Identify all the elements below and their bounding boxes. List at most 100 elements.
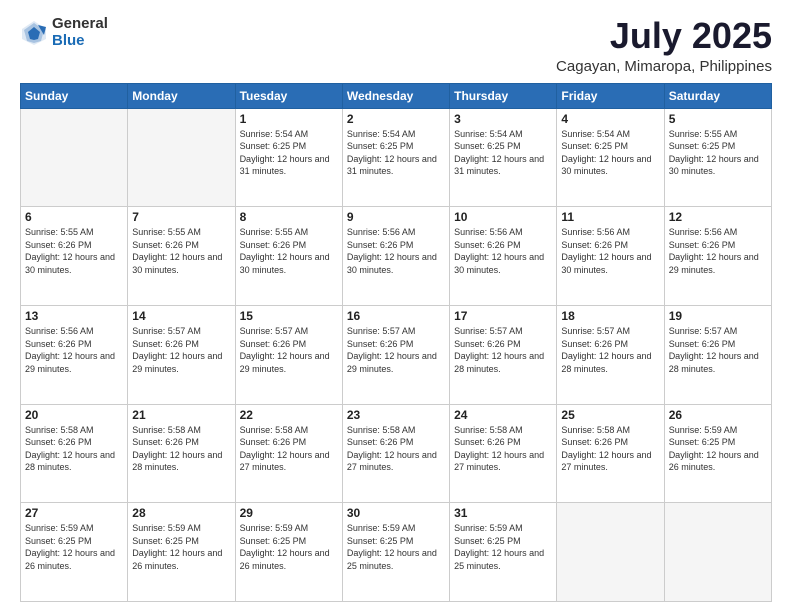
day-number: 26 — [669, 408, 767, 422]
week-row-3: 20 Sunrise: 5:58 AM Sunset: 6:26 PM Dayli… — [21, 404, 772, 503]
calendar-cell: 22Sunrise: 5:58 AM Sunset: 6:26 PM Dayli… — [235, 404, 342, 503]
day-info: Sunrise: 5:57 AM Sunset: 6:26 PM Dayligh… — [240, 325, 338, 375]
day-info: Sunrise: 5:55 AM Sunset: 6:26 PM Dayligh… — [132, 226, 230, 276]
day-info: Sunrise: 5:58 AM Sunset: 6:26 PM Dayligh… — [347, 424, 445, 474]
calendar-cell: 17Sunrise: 5:57 AM Sunset: 6:26 PM Dayli… — [450, 305, 557, 404]
day-number: 9 — [347, 210, 445, 224]
calendar-cell: 6Sunrise: 5:55 AM Sunset: 6:26 PM Daylig… — [21, 207, 128, 306]
header: General Blue July 2025 Cagayan, Mimaropa… — [20, 16, 772, 75]
day-info: Sunrise: 5:59 AM Sunset: 6:25 PM Dayligh… — [347, 522, 445, 572]
calendar-cell: 4 Sunrise: 5:54 AM Sunset: 6:25 PM Daylig… — [557, 108, 664, 207]
calendar-cell — [128, 108, 235, 207]
calendar-cell: 20 Sunrise: 5:58 AM Sunset: 6:26 PM Dayli… — [21, 404, 128, 503]
day-number: 23 — [347, 408, 445, 422]
day-number: 12 — [669, 210, 767, 224]
day-info: Sunrise: 5:57 AM Sunset: 6:26 PM Dayligh… — [132, 325, 230, 375]
logo-general: General — [52, 16, 108, 33]
day-number: 10 — [454, 210, 552, 224]
calendar-cell — [557, 503, 664, 602]
day-info: Sunrise: 5:58 AM Sunset: 6:26 PM Dayligh… — [25, 424, 123, 474]
calendar-cell: 24 Sunrise: 5:58 AM Sunset: 6:26 PM Dayli… — [450, 404, 557, 503]
day-info: Sunrise: 5:59 AM Sunset: 6:25 PM Dayligh… — [454, 522, 552, 572]
week-row-0: 1 Sunrise: 5:54 AM Sunset: 6:25 PM Daylig… — [21, 108, 772, 207]
calendar-cell: 3Sunrise: 5:54 AM Sunset: 6:25 PM Daylig… — [450, 108, 557, 207]
day-number: 25 — [561, 408, 659, 422]
day-number: 3 — [454, 112, 552, 126]
day-number: 18 — [561, 309, 659, 323]
logo-blue: Blue — [52, 33, 108, 50]
day-info: Sunrise: 5:57 AM Sunset: 6:26 PM Dayligh… — [669, 325, 767, 375]
day-info: Sunrise: 5:59 AM Sunset: 6:25 PM Dayligh… — [132, 522, 230, 572]
calendar-cell — [21, 108, 128, 207]
day-number: 5 — [669, 112, 767, 126]
calendar-cell: 8Sunrise: 5:55 AM Sunset: 6:26 PM Daylig… — [235, 207, 342, 306]
day-number: 13 — [25, 309, 123, 323]
calendar-cell: 10Sunrise: 5:56 AM Sunset: 6:26 PM Dayli… — [450, 207, 557, 306]
day-number: 11 — [561, 210, 659, 224]
title-block: July 2025 Cagayan, Mimaropa, Philippines — [556, 16, 772, 75]
day-number: 19 — [669, 309, 767, 323]
calendar-cell: 12 Sunrise: 5:56 AM Sunset: 6:26 PM Dayli… — [664, 207, 771, 306]
weekday-header-thursday: Thursday — [450, 83, 557, 108]
subtitle: Cagayan, Mimaropa, Philippines — [556, 58, 772, 75]
week-row-4: 27 Sunrise: 5:59 AM Sunset: 6:25 PM Dayli… — [21, 503, 772, 602]
calendar-cell: 25Sunrise: 5:58 AM Sunset: 6:26 PM Dayli… — [557, 404, 664, 503]
day-info: Sunrise: 5:58 AM Sunset: 6:26 PM Dayligh… — [132, 424, 230, 474]
day-info: Sunrise: 5:56 AM Sunset: 6:26 PM Dayligh… — [669, 226, 767, 276]
day-number: 20 — [25, 408, 123, 422]
day-number: 24 — [454, 408, 552, 422]
day-info: Sunrise: 5:56 AM Sunset: 6:26 PM Dayligh… — [347, 226, 445, 276]
day-info: Sunrise: 5:54 AM Sunset: 6:25 PM Dayligh… — [347, 128, 445, 178]
day-info: Sunrise: 5:56 AM Sunset: 6:26 PM Dayligh… — [25, 325, 123, 375]
weekday-header-wednesday: Wednesday — [342, 83, 449, 108]
calendar-cell: 18 Sunrise: 5:57 AM Sunset: 6:26 PM Dayli… — [557, 305, 664, 404]
day-info: Sunrise: 5:56 AM Sunset: 6:26 PM Dayligh… — [561, 226, 659, 276]
calendar-cell: 14Sunrise: 5:57 AM Sunset: 6:26 PM Dayli… — [128, 305, 235, 404]
day-number: 21 — [132, 408, 230, 422]
calendar-cell: 19 Sunrise: 5:57 AM Sunset: 6:26 PM Dayli… — [664, 305, 771, 404]
day-info: Sunrise: 5:55 AM Sunset: 6:26 PM Dayligh… — [25, 226, 123, 276]
day-info: Sunrise: 5:55 AM Sunset: 6:26 PM Dayligh… — [240, 226, 338, 276]
day-info: Sunrise: 5:54 AM Sunset: 6:25 PM Dayligh… — [561, 128, 659, 178]
weekday-header-saturday: Saturday — [664, 83, 771, 108]
day-number: 31 — [454, 506, 552, 520]
day-number: 1 — [240, 112, 338, 126]
day-number: 4 — [561, 112, 659, 126]
page: General Blue July 2025 Cagayan, Mimaropa… — [0, 0, 792, 612]
logo-icon — [20, 19, 48, 47]
day-info: Sunrise: 5:57 AM Sunset: 6:26 PM Dayligh… — [561, 325, 659, 375]
day-number: 2 — [347, 112, 445, 126]
calendar-cell: 23 Sunrise: 5:58 AM Sunset: 6:26 PM Dayli… — [342, 404, 449, 503]
calendar-cell: 26Sunrise: 5:59 AM Sunset: 6:25 PM Dayli… — [664, 404, 771, 503]
calendar-cell — [664, 503, 771, 602]
calendar-cell: 31 Sunrise: 5:59 AM Sunset: 6:25 PM Dayli… — [450, 503, 557, 602]
day-number: 30 — [347, 506, 445, 520]
calendar-body: 1 Sunrise: 5:54 AM Sunset: 6:25 PM Daylig… — [21, 108, 772, 601]
calendar-cell: 9 Sunrise: 5:56 AM Sunset: 6:26 PM Daylig… — [342, 207, 449, 306]
day-info: Sunrise: 5:59 AM Sunset: 6:25 PM Dayligh… — [25, 522, 123, 572]
day-number: 29 — [240, 506, 338, 520]
logo-text: General Blue — [52, 16, 108, 49]
weekday-header-tuesday: Tuesday — [235, 83, 342, 108]
calendar-cell: 27 Sunrise: 5:59 AM Sunset: 6:25 PM Dayli… — [21, 503, 128, 602]
weekday-header-row: SundayMondayTuesdayWednesdayThursdayFrid… — [21, 83, 772, 108]
day-info: Sunrise: 5:55 AM Sunset: 6:25 PM Dayligh… — [669, 128, 767, 178]
weekday-header-sunday: Sunday — [21, 83, 128, 108]
day-info: Sunrise: 5:54 AM Sunset: 6:25 PM Dayligh… — [240, 128, 338, 178]
calendar-cell: 7Sunrise: 5:55 AM Sunset: 6:26 PM Daylig… — [128, 207, 235, 306]
logo: General Blue — [20, 16, 108, 49]
calendar-cell: 5 Sunrise: 5:55 AM Sunset: 6:25 PM Daylig… — [664, 108, 771, 207]
calendar-cell: 11 Sunrise: 5:56 AM Sunset: 6:26 PM Dayli… — [557, 207, 664, 306]
week-row-2: 13 Sunrise: 5:56 AM Sunset: 6:26 PM Dayli… — [21, 305, 772, 404]
calendar-cell: 15 Sunrise: 5:57 AM Sunset: 6:26 PM Dayli… — [235, 305, 342, 404]
day-number: 17 — [454, 309, 552, 323]
day-number: 15 — [240, 309, 338, 323]
calendar-cell: 16Sunrise: 5:57 AM Sunset: 6:26 PM Dayli… — [342, 305, 449, 404]
day-number: 16 — [347, 309, 445, 323]
weekday-header-monday: Monday — [128, 83, 235, 108]
day-info: Sunrise: 5:58 AM Sunset: 6:26 PM Dayligh… — [454, 424, 552, 474]
main-title: July 2025 — [556, 16, 772, 56]
calendar-cell: 13 Sunrise: 5:56 AM Sunset: 6:26 PM Dayli… — [21, 305, 128, 404]
day-number: 27 — [25, 506, 123, 520]
day-info: Sunrise: 5:58 AM Sunset: 6:26 PM Dayligh… — [240, 424, 338, 474]
